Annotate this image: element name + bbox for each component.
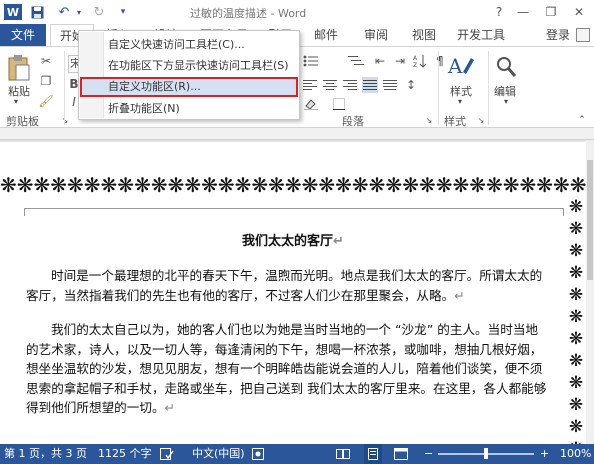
page-count[interactable]: 第 1 页，共 3 页 [4,444,87,464]
avatar[interactable] [576,28,590,42]
print-layout-icon[interactable] [364,444,382,464]
paste-dropdown-icon[interactable]: ▾ [14,97,18,106]
restore-button[interactable]: ❐ [540,3,562,21]
paragraph-launcher-icon[interactable]: ↘ [424,115,434,125]
page-border-top: ❋❋❋❋❋❋❋❋❋❋❋❋❋❋❋❋❋❋❋❋❋❋❋❋❋❋❋❋❋❋❋❋❋❋❋❋❋❋❋❋ [0,174,586,196]
styles-dropdown-icon[interactable]: ▾ [458,97,462,106]
align-left-icon[interactable] [302,77,318,93]
zoom-slider-thumb[interactable] [484,448,488,459]
tab-file[interactable]: 文件 [0,24,46,46]
tab-developer[interactable]: 开发工具 [452,24,510,46]
group-separator [64,51,65,125]
tab-view[interactable]: 视图 [404,24,444,46]
align-right-icon[interactable] [342,77,358,93]
macro-record-icon[interactable] [252,444,266,464]
styles-icon[interactable]: A [446,51,476,81]
menu-item-customize-ribbon[interactable]: 自定义功能区(R)... [80,77,298,97]
paste-icon[interactable] [6,53,32,83]
borders-icon[interactable] [330,97,348,111]
scrollbar-thumb[interactable] [587,160,593,280]
group-separator [438,51,439,125]
multilevel-list-icon[interactable] [346,53,366,69]
proofing-icon[interactable] [160,444,174,464]
align-center-icon[interactable] [322,77,338,93]
paste-label[interactable]: 粘贴 [8,83,30,99]
vertical-scrollbar[interactable] [586,140,594,444]
undo-dropdown-icon[interactable]: ▾ [74,4,84,20]
ribbon-context-menu: 自定义快速访问工具栏(C)... 在功能区下方显示快速访问工具栏(S) 自定义功… [78,30,300,120]
bullets-icon[interactable] [302,53,320,69]
title-bar: W ↶ ▾ ↻ ▾ 过敏的温度描述 - Word ? — ❐ ✕ [0,0,594,24]
sort-icon[interactable]: AZ [412,53,428,69]
zoom-in-button[interactable]: + [540,444,549,464]
tab-review[interactable]: 审阅 [356,24,396,46]
clipboard-launcher-icon[interactable]: ↘ [60,115,70,125]
justify-icon[interactable] [362,77,378,93]
word-logo-icon: W [4,4,22,20]
language-indicator[interactable]: 中文(中国) [192,444,245,464]
read-mode-icon[interactable] [336,444,352,464]
distributed-icon[interactable] [382,77,398,93]
zoom-out-button[interactable]: − [424,444,433,464]
svg-text:A: A [413,55,418,62]
format-painter-icon[interactable]: 🖌 [38,93,54,109]
document-page[interactable]: ❋❋❋❋❋❋❋❋❋❋❋❋❋❋❋❋❋❋❋❋❋❋❋❋❋❋❋❋❋❋❋❋❋❋❋ ❋ ❋ ❋ ❋ ❋… [0,142,586,444]
shading-icon[interactable] [302,97,320,111]
redo-button[interactable]: ↻ [90,4,108,20]
close-button[interactable]: ✕ [568,3,590,21]
increase-indent-icon[interactable]: ⇥ [392,53,408,69]
minimize-button[interactable]: — [512,3,534,21]
header-line [24,208,564,209]
zoom-level[interactable]: 100% [560,444,591,464]
group-separator [488,51,489,125]
tab-mailings[interactable]: 邮件 [306,24,346,46]
save-icon[interactable] [28,4,46,20]
status-bar: 第 1 页，共 3 页 1125 个字 中文(中国) − + 100% [0,444,594,464]
menu-item-customize-qat[interactable]: 自定义快速访问工具栏(C)... [80,35,298,55]
svg-text:Z: Z [413,62,417,68]
paragraph[interactable]: 我们的太太自己以为，她的客人们也以为她是当时当地的一个 “沙龙” 的主人。当时当… [26,320,548,418]
edit-dropdown-icon[interactable]: ▾ [504,97,508,106]
header-corner-right [563,208,564,216]
decrease-indent-icon[interactable]: ⇤ [372,53,388,69]
paragraph-group-label: 段落 [342,115,364,128]
document-heading[interactable]: 我们太太的客厅↵ [0,230,586,249]
web-layout-icon[interactable] [394,444,410,464]
copy-icon[interactable]: ❐ [38,73,54,89]
ruler [0,128,594,140]
line-spacing-icon[interactable]: ↕ [402,77,420,93]
svg-text:A: A [447,54,463,78]
menu-item-show-qat-below[interactable]: 在功能区下方显示快速访问工具栏(S) [80,56,298,76]
collapse-ribbon-icon[interactable]: ⌃ [576,115,588,125]
help-button[interactable]: ? [488,3,510,21]
clipboard-group-label: 剪贴板 [6,115,39,128]
document-title: 过敏的温度描述 - Word [190,7,307,19]
styles-launcher-icon[interactable]: ↘ [476,115,486,125]
header-corner-left [24,208,25,216]
document-area: ❋❋❋❋❋❋❋❋❋❋❋❋❋❋❋❋❋❋❋❋❋❋❋❋❋❋❋❋❋❋❋❋❋❋❋ ❋ ❋ ❋ ❋ ❋… [0,128,594,444]
word-count[interactable]: 1125 个字 [98,444,152,464]
paragraph[interactable]: 时间是一个最理想的北平的春天下午，温煦而光明。地点是我们太太的客厅。所谓太太的客… [26,266,548,305]
undo-button[interactable]: ↶ [54,4,74,20]
styles-group-label: 样式 [444,115,466,128]
menu-item-collapse-ribbon[interactable]: 折叠功能区(N) [80,99,298,119]
customize-qat-icon[interactable]: ▾ [116,4,130,20]
cut-icon[interactable]: ✂ [38,53,54,69]
find-icon[interactable] [494,53,518,81]
login-link[interactable]: 登录 [546,24,570,46]
